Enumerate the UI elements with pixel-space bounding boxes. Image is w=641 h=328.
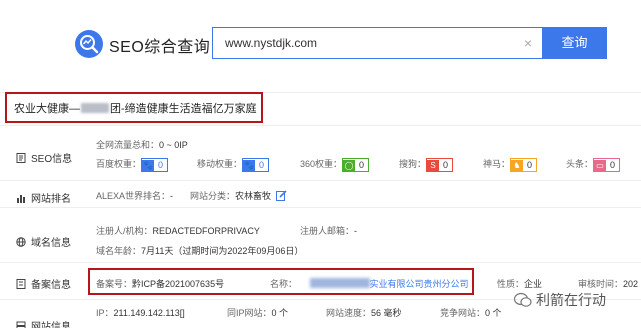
360-weight[interactable]: 360权重： ◯ 0	[300, 157, 370, 172]
alexa-label: ALEXA世界排名：	[96, 191, 171, 201]
ip-label: IP：	[96, 308, 114, 318]
age-value: 7月11天（过期时间为2022年09月06日）	[141, 246, 304, 256]
weight-value: 0	[443, 159, 449, 170]
registrant: 注册人/机构：REDACTEDFORPRIVACY	[96, 224, 260, 237]
weight-value: 0	[158, 159, 164, 170]
email-label: 注册人邮箱：	[300, 226, 355, 236]
weight-value: 0	[610, 159, 616, 170]
certificate-icon	[16, 278, 26, 289]
server-icon	[16, 321, 26, 328]
divider	[0, 180, 641, 181]
registrant-email: 注册人邮箱：-	[300, 224, 357, 237]
beian-info-label: 备案信息	[16, 276, 71, 291]
email-value: -	[354, 226, 358, 236]
beian-info-label-text: 备案信息	[31, 280, 71, 291]
search-input-value: www.nystdjk.com	[225, 36, 318, 50]
site-info-label: 网站信息	[16, 318, 71, 328]
edit-icon[interactable]	[275, 190, 287, 201]
competitor-label: 竞争网站：	[440, 308, 486, 318]
baidu-weight-badge[interactable]: 🐾 0	[141, 157, 169, 172]
traffic-value: 0 ~ 0IP	[159, 140, 188, 150]
ip-value[interactable]: 211.149.142.113[]	[114, 308, 185, 318]
weight-value: 0	[359, 159, 365, 170]
site-category: 网站分类：农林畜牧	[190, 189, 287, 202]
speed-label: 网站速度：	[326, 308, 372, 318]
weight-label: 头条：	[566, 159, 594, 169]
sogou-weight[interactable]: 搜狗： S 0	[399, 157, 454, 172]
audit-label: 审核时间：	[578, 279, 624, 289]
competitor-sites: 竞争网站：0 个	[440, 306, 502, 319]
seo-info-label-text: SEO信息	[31, 154, 73, 165]
domain-info-label-text: 域名信息	[31, 238, 71, 249]
divider	[0, 207, 641, 208]
weight-label: 百度权重：	[96, 159, 142, 169]
clear-icon[interactable]: ×	[524, 35, 532, 51]
speed-value: 56 毫秒	[371, 308, 402, 318]
site-info-label-text: 网站信息	[31, 322, 71, 328]
same-ip-sites: 同IP网站：0 个	[227, 306, 288, 319]
category-value: 农林畜牧	[235, 191, 272, 201]
shenma-icon: ♞	[511, 159, 524, 172]
domain-info-label: 域名信息	[16, 234, 71, 249]
weight-label: 神马：	[483, 159, 511, 169]
toutiao-weight-badge[interactable]: ▭ 0	[593, 157, 621, 172]
weight-label: 搜狗：	[399, 159, 427, 169]
beian-nature: 性质：企业	[497, 277, 542, 290]
360-weight-badge[interactable]: ◯ 0	[342, 157, 370, 172]
category-label: 网站分类：	[190, 191, 236, 201]
same-ip-value[interactable]: 0 个	[272, 308, 289, 318]
watermark-text: 利箭在行动	[536, 292, 606, 308]
seo-info-label: SEO信息	[16, 150, 72, 165]
weight-label: 360权重：	[300, 159, 343, 169]
seo-logo-icon	[75, 30, 103, 58]
watermark: 利箭在行动	[513, 290, 606, 310]
mobile-weight-badge[interactable]: 🐾 0	[242, 157, 270, 172]
bar-chart-icon	[16, 193, 26, 203]
registrant-label: 注册人/机构：	[96, 226, 153, 236]
search-input[interactable]: www.nystdjk.com ×	[212, 27, 542, 59]
search-button[interactable]: 查询	[542, 27, 607, 59]
weight-value: 0	[259, 159, 265, 170]
same-ip-label: 同IP网站：	[227, 308, 272, 318]
ip-address: IP：211.149.142.113[]	[96, 306, 185, 319]
360-icon: ◯	[343, 159, 356, 172]
sogou-icon: S	[427, 159, 440, 172]
mobile-weight[interactable]: 移动权重： 🐾 0	[197, 157, 270, 172]
title-highlight-box	[5, 92, 263, 123]
site-speed: 网站速度：56 毫秒	[326, 306, 402, 319]
audit-value: 202	[623, 279, 639, 289]
registrant-value: REDACTEDFORPRIVACY	[152, 226, 260, 236]
age-label: 域名年龄：	[96, 246, 142, 256]
document-icon	[16, 152, 26, 163]
alexa-value: -	[170, 191, 174, 201]
site-rank-label-text: 网站排名	[31, 194, 71, 205]
weight-label: 移动权重：	[197, 159, 243, 169]
competitor-value[interactable]: 0 个	[485, 308, 502, 318]
toutiao-weight[interactable]: 头条： ▭ 0	[566, 157, 621, 172]
site-rank-label: 网站排名	[16, 190, 71, 205]
weight-value: 0	[527, 159, 533, 170]
nature-value: 企业	[524, 279, 543, 289]
traffic-label: 全网流量总和：	[96, 140, 160, 150]
shenma-weight-badge[interactable]: ♞ 0	[510, 157, 538, 172]
toutiao-icon: ▭	[594, 159, 607, 172]
traffic-total: 全网流量总和：0 ~ 0IP	[96, 138, 188, 151]
paw-icon: 🐾	[243, 159, 256, 172]
paw-icon: 🐾	[142, 159, 155, 172]
alexa-rank: ALEXA世界排名：-	[96, 189, 173, 202]
beian-highlight-box	[88, 268, 474, 295]
audit-time: 审核时间：202	[578, 277, 638, 290]
brand-title: SEO综合查询	[109, 39, 211, 56]
baidu-weight[interactable]: 百度权重： 🐾 0	[96, 157, 169, 172]
divider	[0, 262, 641, 263]
domain-age: 域名年龄：7月11天（过期时间为2022年09月06日）	[96, 244, 303, 257]
globe-icon	[16, 236, 26, 247]
shenma-weight[interactable]: 神马： ♞ 0	[483, 157, 538, 172]
nature-label: 性质：	[497, 279, 525, 289]
wechat-icon	[513, 292, 532, 308]
sogou-weight-badge[interactable]: S0	[426, 157, 454, 172]
